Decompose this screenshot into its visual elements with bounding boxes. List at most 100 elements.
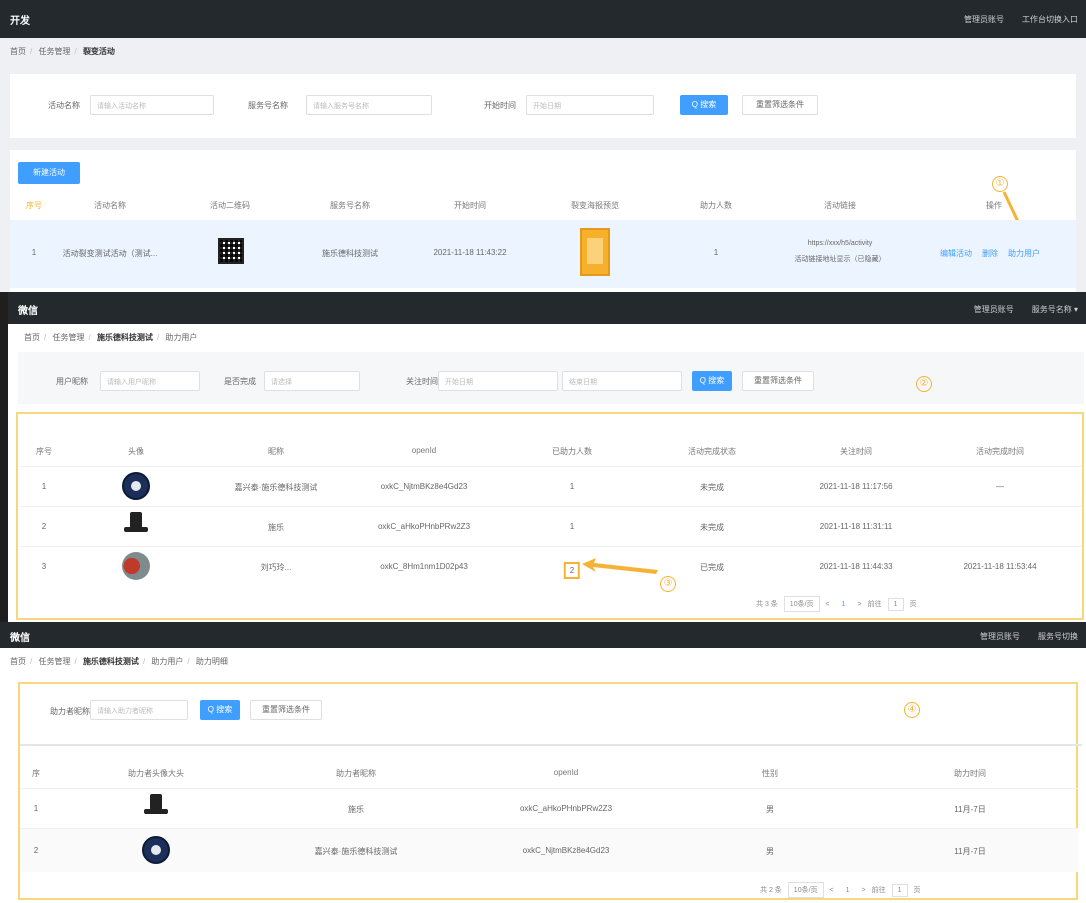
service-account-dropdown[interactable]: 服务号名称 ▾ bbox=[1032, 304, 1078, 315]
left-edge bbox=[0, 292, 8, 622]
top-navbar: 微信 管理员账号 服务号切换 bbox=[0, 622, 1086, 648]
workspace-switch[interactable]: 工作台切换入口 bbox=[1022, 14, 1078, 25]
breadcrumb: 首页 / 任务管理 / 裂变活动 bbox=[10, 47, 115, 56]
goto-suffix: 页 bbox=[909, 601, 917, 608]
breadcrumb-current: 裂变活动 bbox=[82, 47, 115, 56]
avatar bbox=[122, 552, 150, 580]
row-link-line2: 活动链接地址显示（已隐藏） bbox=[794, 256, 886, 263]
row-done-time: — bbox=[996, 482, 1004, 491]
start-date-input[interactable]: 开始日期 bbox=[526, 95, 654, 115]
breadcrumb-tasks[interactable]: 任务管理 bbox=[38, 47, 70, 56]
page-1[interactable]: 1 bbox=[839, 883, 856, 897]
breadcrumb-helpers[interactable]: 助力用户 bbox=[151, 657, 183, 666]
table-row[interactable] bbox=[20, 466, 1082, 506]
account-name[interactable]: 管理员账号 bbox=[964, 14, 1004, 25]
row-index: 2 bbox=[41, 522, 47, 531]
row-index: 1 bbox=[33, 804, 39, 813]
row-help-time: 11月-7日 bbox=[954, 805, 986, 814]
search-button[interactable]: Q 搜索 bbox=[692, 371, 732, 391]
goto-label: 前往 bbox=[867, 601, 882, 608]
row-help-time: 11月-7日 bbox=[954, 847, 986, 856]
goto-page-input[interactable]: 1 bbox=[891, 883, 908, 897]
service-account-switch[interactable]: 服务号切换 bbox=[1038, 631, 1078, 642]
breadcrumb-home[interactable]: 首页 bbox=[10, 47, 26, 56]
col-helper-avatar: 助力者头像大头 bbox=[128, 769, 184, 778]
row-follow-time: 2021-11-18 11:31:11 bbox=[819, 522, 893, 531]
prev-page-button[interactable]: < bbox=[826, 601, 830, 608]
row-helpers: 1 bbox=[713, 248, 719, 257]
edit-activity-link[interactable]: 编辑活动 bbox=[940, 248, 972, 259]
reset-button[interactable]: 重置筛选条件 bbox=[250, 700, 322, 720]
delete-activity-link[interactable]: 删除 bbox=[982, 248, 998, 259]
breadcrumb-tasks[interactable]: 任务管理 bbox=[52, 333, 84, 342]
row-link-line1[interactable]: https://xxx/h5/activity bbox=[808, 240, 873, 247]
row-gender: 男 bbox=[766, 805, 774, 814]
row-done-time: 2021-11-18 11:53:44 bbox=[963, 562, 1037, 571]
row-status: 未完成 bbox=[700, 523, 724, 532]
avatar bbox=[142, 836, 170, 864]
poster-thumbnail[interactable] bbox=[580, 228, 610, 276]
breadcrumb-account[interactable]: 施乐德科技测试 bbox=[83, 657, 139, 666]
page-size-select[interactable]: 10条/页 bbox=[783, 596, 820, 612]
breadcrumb-tasks[interactable]: 任务管理 bbox=[38, 657, 70, 666]
row-nickname: 施乐 bbox=[348, 805, 364, 814]
row-follow-time: 2021-11-18 11:17:56 bbox=[819, 482, 893, 491]
page-1[interactable]: 1 bbox=[835, 597, 852, 611]
helper-users-link[interactable]: 助力用户 bbox=[1008, 248, 1040, 259]
follow-start-input[interactable]: 开始日期 bbox=[438, 371, 558, 391]
filter-card: 用户昵称 请输入用户昵称 是否完成 请选择 关注时间 开始日期 结束日期 Q 搜… bbox=[18, 352, 1084, 404]
table-row[interactable] bbox=[20, 506, 1082, 546]
account-name-input[interactable]: 请输入服务号名称 bbox=[306, 95, 432, 115]
breadcrumb-current: 助力用户 bbox=[165, 333, 198, 342]
row-account: 施乐德科技测试 bbox=[322, 249, 378, 258]
pagination: 共 3 条 10条/页 < 1 > 前往 1 页 bbox=[756, 596, 917, 612]
status-select[interactable]: 请选择 bbox=[264, 371, 360, 391]
row-help-count[interactable]: 1 bbox=[570, 482, 574, 491]
row-help-count-highlighted[interactable]: 2 bbox=[563, 562, 581, 579]
account-name[interactable]: 管理员账号 bbox=[974, 304, 1014, 315]
col-actions: 操作 bbox=[986, 201, 1002, 210]
filter-label-activity: 活动名称 bbox=[48, 101, 80, 110]
next-page-button[interactable]: > bbox=[858, 601, 862, 608]
table-row[interactable] bbox=[20, 546, 1082, 586]
pager-total: 共 3 条 bbox=[756, 601, 778, 608]
breadcrumb-account[interactable]: 施乐德科技测试 bbox=[97, 333, 153, 342]
col-help-count: 已助力人数 bbox=[552, 447, 592, 456]
account-name[interactable]: 管理员账号 bbox=[980, 631, 1020, 642]
row-index: 1 bbox=[41, 482, 47, 491]
col-openid: openId bbox=[553, 768, 579, 777]
nickname-input[interactable]: 请输入用户昵称 bbox=[100, 371, 200, 391]
follow-end-input[interactable]: 结束日期 bbox=[562, 371, 682, 391]
filter-label-status: 是否完成 bbox=[224, 377, 256, 386]
helper-nickname-input[interactable]: 请输入助力者昵称 bbox=[90, 700, 188, 720]
step-marker-2: ② bbox=[916, 376, 932, 392]
top-navbar: 开发 管理员账号 工作台切换入口 bbox=[0, 0, 1086, 38]
table-row[interactable]: 1 活动裂变测试活动（测试... 施乐德科技测试 2021-11-18 11:4… bbox=[10, 220, 1076, 288]
activity-qr-code bbox=[218, 238, 244, 264]
reset-button[interactable]: 重置筛选条件 bbox=[742, 371, 814, 391]
row-help-count[interactable]: 1 bbox=[570, 522, 574, 531]
col-qr: 活动二维码 bbox=[210, 201, 250, 210]
reset-button[interactable]: 重置筛选条件 bbox=[742, 95, 818, 115]
avatar bbox=[122, 472, 150, 500]
col-gender: 性别 bbox=[762, 769, 778, 778]
filter-label-start: 开始时间 bbox=[484, 101, 516, 110]
breadcrumb-home[interactable]: 首页 bbox=[24, 333, 40, 342]
row-index: 1 bbox=[31, 248, 37, 257]
search-button[interactable]: Q 搜索 bbox=[680, 95, 728, 115]
col-helper-nickname: 助力者昵称 bbox=[336, 769, 376, 778]
activity-name-input[interactable]: 请输入活动名称 bbox=[90, 95, 214, 115]
next-page-button[interactable]: > bbox=[862, 887, 866, 894]
page-size-select[interactable]: 10条/页 bbox=[787, 882, 824, 898]
row-openid: oxkC_aHkoPHnbPRw2Z3 bbox=[519, 804, 613, 813]
row-follow-time: 2021-11-18 11:44:33 bbox=[819, 562, 893, 571]
activity-list-panel: 开发 管理员账号 工作台切换入口 首页 / 任务管理 / 裂变活动 活动名称 请输入… bbox=[0, 0, 1086, 292]
search-button[interactable]: Q 搜索 bbox=[200, 700, 240, 720]
prev-page-button[interactable]: < bbox=[830, 887, 834, 894]
breadcrumb-home[interactable]: 首页 bbox=[10, 657, 26, 666]
row-status: 已完成 bbox=[700, 563, 724, 572]
row-openid: oxkC_NjtmBKz8e4Gd23 bbox=[522, 846, 610, 855]
col-index: 序号 bbox=[26, 201, 42, 210]
create-activity-button[interactable]: 新建活动 bbox=[18, 162, 80, 184]
goto-page-input[interactable]: 1 bbox=[887, 597, 904, 611]
